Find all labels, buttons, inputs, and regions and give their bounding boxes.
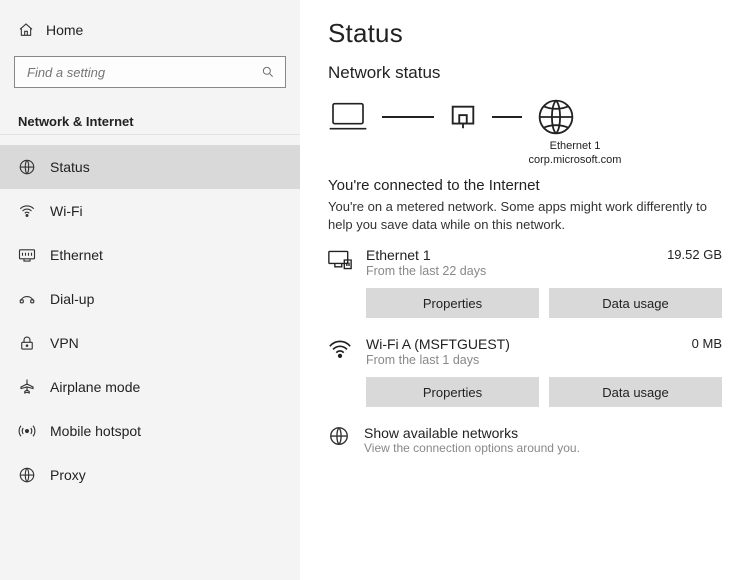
sidebar-item-dialup[interactable]: Dial-up [0, 277, 300, 321]
sidebar-item-label: Status [50, 159, 90, 175]
properties-button[interactable]: Properties [366, 377, 539, 407]
connection-item: Ethernet 1 From the last 22 days 19.52 G… [328, 247, 722, 318]
airplane-icon [18, 378, 36, 396]
sidebar-item-ethernet[interactable]: Ethernet [0, 233, 300, 277]
connection-item: Wi-Fi A (MSFTGUEST) From the last 1 days… [328, 336, 722, 407]
search-input[interactable] [14, 56, 286, 88]
sidebar-item-status[interactable]: Status [0, 145, 300, 189]
category-heading: Network & Internet [0, 100, 300, 137]
nav: Status Wi-Fi Ethernet Dial-up [0, 145, 300, 497]
sidebar-item-label: Dial-up [50, 291, 94, 307]
ethernet-conn-icon [328, 249, 352, 271]
hotspot-icon [18, 422, 36, 440]
home-link[interactable]: Home [0, 22, 300, 56]
sidebar-item-hotspot[interactable]: Mobile hotspot [0, 409, 300, 453]
connected-heading: You're connected to the Internet [328, 177, 722, 194]
vpn-icon [18, 334, 36, 352]
connection-period: From the last 22 days [366, 264, 486, 278]
connection-line [382, 116, 434, 118]
show-available-networks[interactable]: Show available networks View the connect… [328, 425, 722, 455]
divider [0, 134, 300, 135]
search-icon [261, 65, 275, 79]
main-content: Status Network status Ethernet 1 corp.mi… [300, 0, 750, 580]
section-heading: Network status [328, 63, 722, 83]
adapter-domain: corp.microsoft.com [428, 153, 722, 167]
home-icon [18, 22, 34, 38]
sidebar-item-label: Wi-Fi [50, 203, 83, 219]
sidebar: Home Network & Internet Status [0, 0, 300, 580]
show-networks-sub: View the connection options around you. [364, 441, 580, 455]
connection-usage: 0 MB [692, 336, 722, 351]
adapter-name: Ethernet 1 [428, 139, 722, 153]
sidebar-item-airplane[interactable]: Airplane mode [0, 365, 300, 409]
sidebar-item-wifi[interactable]: Wi-Fi [0, 189, 300, 233]
sidebar-item-label: Airplane mode [50, 379, 140, 395]
connection-line [492, 116, 522, 118]
home-label: Home [46, 22, 83, 38]
connection-period: From the last 1 days [366, 353, 510, 367]
proxy-icon [18, 466, 36, 484]
page-title: Status [328, 18, 722, 49]
dialup-icon [18, 290, 36, 308]
ethernet-icon [18, 246, 36, 264]
connection-name: Wi-Fi A (MSFTGUEST) [366, 336, 510, 352]
connection-usage: 19.52 GB [667, 247, 722, 262]
globe-icon [328, 425, 350, 447]
show-networks-title: Show available networks [364, 425, 580, 441]
computer-icon [328, 100, 368, 134]
sidebar-item-label: Mobile hotspot [50, 423, 141, 439]
network-diagram [328, 97, 722, 137]
globe-icon [536, 97, 576, 137]
diagram-caption: Ethernet 1 corp.microsoft.com [428, 139, 722, 167]
sidebar-item-vpn[interactable]: VPN [0, 321, 300, 365]
metered-message: You're on a metered network. Some apps m… [328, 198, 722, 233]
sidebar-item-label: Proxy [50, 467, 86, 483]
properties-button[interactable]: Properties [366, 288, 539, 318]
sidebar-item-label: Ethernet [50, 247, 103, 263]
adapter-icon [448, 102, 478, 132]
sidebar-item-label: VPN [50, 335, 79, 351]
connection-name: Ethernet 1 [366, 247, 486, 263]
wifi-icon [18, 202, 36, 220]
sidebar-item-proxy[interactable]: Proxy [0, 453, 300, 497]
status-icon [18, 158, 36, 176]
search-field[interactable] [25, 64, 261, 81]
data-usage-button[interactable]: Data usage [549, 377, 722, 407]
wifi-conn-icon [328, 338, 352, 360]
data-usage-button[interactable]: Data usage [549, 288, 722, 318]
